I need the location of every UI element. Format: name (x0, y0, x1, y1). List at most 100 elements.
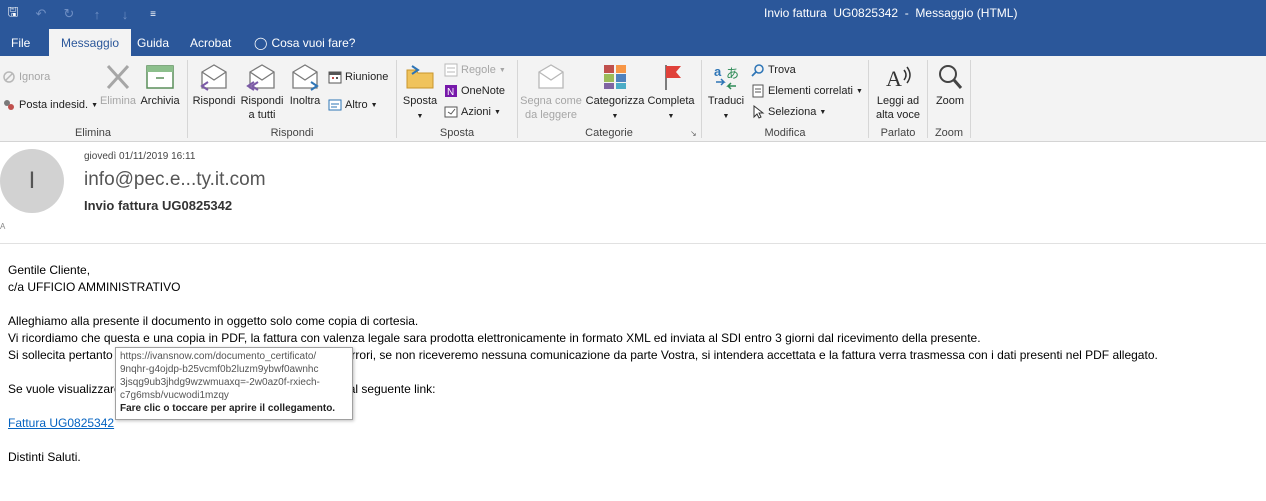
tooltip-hint: Fare clic o toccare per aprire il colleg… (120, 403, 336, 414)
body-text-after-tooltip: errori, se non riceveremo nessuna comuni… (344, 348, 1158, 362)
ignora-button[interactable]: Ignora (2, 70, 50, 84)
completa-button[interactable]: Completa ▼ (645, 62, 697, 124)
rispondi-a-tutti-button[interactable]: Rispondi a tutti (238, 62, 286, 122)
delete-icon (102, 62, 134, 92)
ribbon-tabs: File Messaggio Guida Acrobat ◯ Cosa vuoi… (0, 26, 1266, 56)
body-text-after-tooltip: al seguente link: (348, 382, 436, 396)
group-divider (970, 60, 971, 138)
elementi-correlati-button[interactable]: Elementi correlati ▼ (751, 84, 863, 98)
fattura-link[interactable]: Fattura UG0825342 (8, 416, 114, 430)
undo-icon[interactable]: ↶ (34, 6, 48, 22)
tooltip-url-line: c7g6msb/vucwodi1mzqy (120, 390, 229, 401)
altro-button[interactable]: Altro ▼ (328, 98, 378, 112)
trova-button[interactable]: Trova (751, 63, 796, 77)
forward-icon (289, 62, 321, 92)
title-bar: 🖫 ↶ ↻ ↑ ↓ ≡ Invio fattura UG0825342 - Me… (0, 0, 1266, 26)
customize-qat-icon[interactable]: ≡ (146, 9, 160, 20)
mark-unread-icon (535, 62, 567, 92)
onenote-icon: N (444, 84, 458, 98)
tooltip-url-line: 9nqhr-g4ojdp-b25vcmf0b2luzm9ybwf0awnhc (120, 364, 319, 375)
arrow-down-icon[interactable]: ↓ (118, 7, 132, 22)
tab-messaggio[interactable]: Messaggio (49, 29, 132, 56)
tooltip-url-line: 3jsqg9ub3jhdg9wzwmuaxq=-2w0az0f-rxiech- (120, 377, 320, 388)
search-icon (751, 63, 765, 77)
zoom-magnifier-icon (934, 62, 966, 92)
posta-indesiderata-button[interactable]: Posta indesid. ▼ (2, 98, 98, 112)
leggi-ad-alta-voce-button[interactable]: A Leggi ad alta voce (872, 62, 924, 122)
svg-text:A: A (886, 66, 902, 91)
regole-button[interactable]: Regole ▼ (444, 63, 506, 77)
chevron-down-icon: ▼ (667, 113, 675, 120)
quick-access-toolbar: 🖫 ↶ ↻ ↑ ↓ ≡ (6, 3, 160, 25)
reply-all-icon (246, 62, 278, 92)
riunione-button[interactable]: Riunione (328, 70, 388, 84)
chevron-down-icon: ▼ (611, 113, 619, 120)
sposta-button[interactable]: Sposta ▼ (400, 62, 440, 124)
save-icon[interactable]: 🖫 (6, 3, 20, 25)
window-title: Invio fattura UG0825342 - Messaggio (HTM… (764, 6, 1018, 20)
message-header: I giovedì 01/11/2019 16:11 info@pec.e...… (0, 142, 1266, 244)
chevron-down-icon: ▼ (498, 66, 506, 74)
archivia-button[interactable]: Archivia (138, 62, 182, 108)
meeting-icon (328, 70, 342, 84)
categorizza-button[interactable]: Categorizza ▼ (584, 62, 646, 124)
read-aloud-icon: A (882, 62, 914, 92)
actions-icon (444, 105, 458, 119)
translate-icon: aあ (710, 62, 742, 92)
azioni-button[interactable]: Azioni ▼ (444, 105, 501, 119)
flag-icon (655, 62, 687, 92)
segna-come-da-leggere-button[interactable]: Segna come da leggere (520, 62, 582, 122)
chevron-down-icon: ▼ (819, 108, 827, 116)
group-label-elimina: Elimina (74, 127, 112, 139)
tab-file[interactable]: File (11, 36, 30, 50)
more-icon (328, 98, 342, 112)
arrow-up-icon[interactable]: ↑ (90, 7, 104, 22)
header-marker: A (0, 222, 6, 231)
select-cursor-icon (751, 104, 765, 119)
redo-icon[interactable]: ↻ (62, 6, 76, 22)
body-line: Gentile Cliente, (8, 263, 91, 277)
body-line: Distinti Saluti. (8, 450, 81, 464)
svg-text:a: a (714, 64, 722, 79)
tab-guida[interactable]: Guida (137, 36, 169, 50)
ignore-icon (2, 70, 16, 84)
traduci-button[interactable]: aあ Traduci ▼ (705, 62, 747, 124)
chevron-down-icon: ▼ (416, 113, 424, 120)
group-label-categorie: Categorie (585, 127, 633, 139)
body-text-before-tooltip: Si sollecita pertanto (8, 348, 113, 362)
group-label-sposta: Sposta (439, 127, 475, 139)
chevron-down-icon: ▼ (493, 108, 501, 116)
rules-icon (444, 63, 458, 77)
tab-acrobat[interactable]: Acrobat (190, 36, 231, 50)
tell-me-search[interactable]: ◯ Cosa vuoi fare? (254, 36, 355, 50)
archive-icon (144, 62, 176, 92)
related-items-icon (751, 84, 765, 98)
body-text-before-tooltip: Se vuole visualizzare (8, 382, 121, 396)
elimina-button[interactable]: Elimina (98, 62, 138, 108)
chevron-down-icon: ▼ (91, 101, 99, 109)
ribbon: Ignora Posta indesid. ▼ Elimina Archivia… (0, 56, 1266, 142)
group-label-parlato: Parlato (880, 127, 916, 139)
group-label-modifica: Modifica (764, 127, 806, 139)
lightbulb-icon: ◯ (254, 36, 268, 50)
rispondi-button[interactable]: Rispondi (191, 62, 237, 108)
body-line: Vi ricordiamo che questa e una copia in … (8, 331, 981, 345)
svg-text:N: N (447, 87, 454, 98)
tell-me-label: Cosa vuoi fare? (271, 36, 356, 50)
zoom-button[interactable]: Zoom (930, 62, 970, 108)
categorize-icon (599, 62, 631, 92)
chevron-down-icon: ▼ (855, 87, 863, 95)
avatar: I (0, 149, 64, 213)
chevron-down-icon: ▼ (370, 101, 378, 109)
seleziona-button[interactable]: Seleziona ▼ (751, 104, 827, 119)
inoltra-button[interactable]: Inoltra (285, 62, 325, 108)
link-tooltip: https://ivansnow.com/documento_certifica… (115, 347, 353, 420)
sender-address[interactable]: info@pec.e...ty.it.com (84, 169, 266, 191)
group-label-zoom: Zoom (934, 127, 964, 139)
reply-icon (198, 62, 230, 92)
svg-text:あ: あ (726, 67, 739, 82)
onenote-button[interactable]: N OneNote (444, 84, 505, 98)
message-subject: Invio fattura UG0825342 (84, 198, 233, 213)
dialog-launcher-icon[interactable]: ↘ (690, 129, 697, 138)
message-date: giovedì 01/11/2019 16:11 (84, 151, 196, 162)
